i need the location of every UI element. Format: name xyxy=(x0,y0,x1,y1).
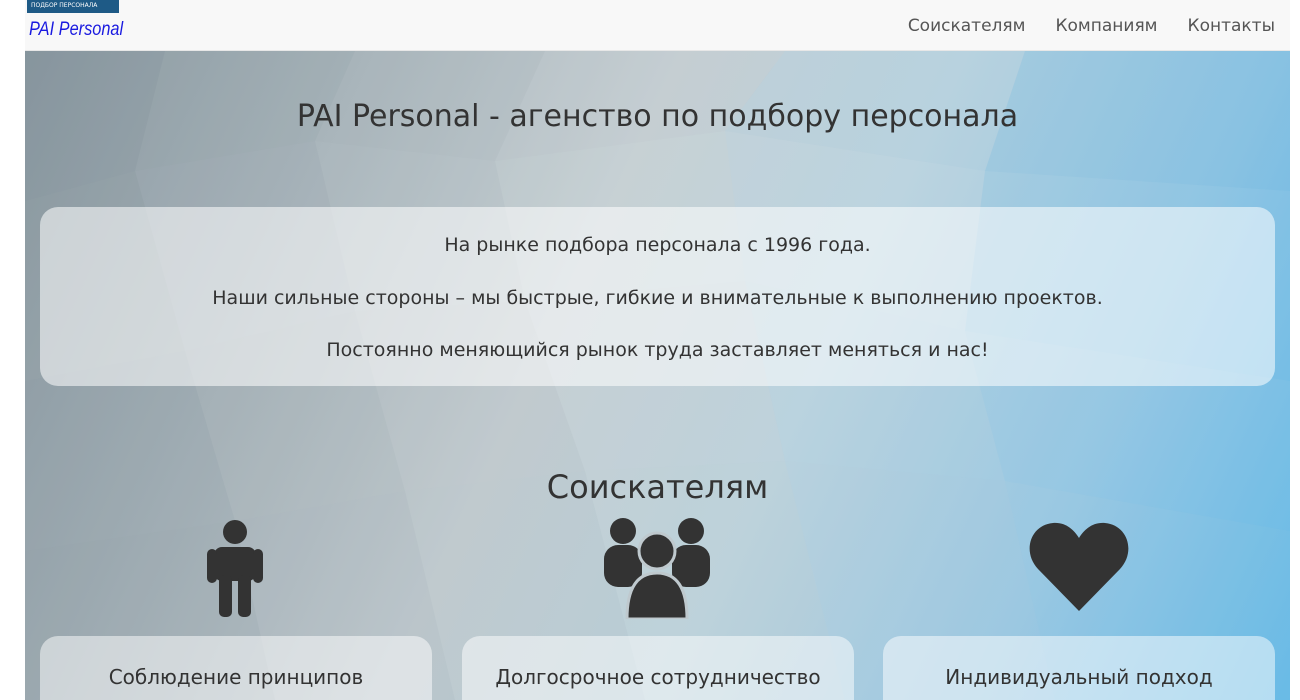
hero-title: PAI Personal - агенство по подбору персо… xyxy=(296,99,1019,134)
nav-item-contacts[interactable]: Контакты xyxy=(1188,16,1276,36)
section-title: Соискателям xyxy=(546,468,769,506)
intro-line: Наши сильные стороны – мы быстрые, гибки… xyxy=(212,287,1103,309)
intro-line: Постоянно меняющийся рынок труда заставл… xyxy=(326,339,989,361)
page: ПОДБОР ПЕРСОНАЛА PAI Personal Соискателя… xyxy=(25,0,1290,700)
feature-label: Долгосрочное сотрудничество xyxy=(495,665,821,689)
logo-strip: ПОДБОР ПЕРСОНАЛА xyxy=(27,0,119,13)
intro-card: На рынке подбора персонала с 1996 года. … xyxy=(40,207,1275,386)
hero-section: PAI Personal - агенство по подбору персо… xyxy=(25,51,1290,700)
logo[interactable]: ПОДБОР ПЕРСОНАЛА PAI Personal xyxy=(25,0,124,48)
feature-card: Индивидуальный подход xyxy=(883,636,1275,700)
logo-name: PAI Personal xyxy=(29,19,124,40)
group-icon xyxy=(604,518,710,619)
intro-line: На рынке подбора персонала с 1996 года. xyxy=(444,234,871,256)
navbar: ПОДБОР ПЕРСОНАЛА PAI Personal Соискателя… xyxy=(25,0,1290,51)
nav-item-companies[interactable]: Компаниям xyxy=(1055,16,1157,36)
person-icon xyxy=(207,520,263,617)
heart-icon xyxy=(1029,522,1129,611)
feature-card: Соблюдение принципов xyxy=(40,636,432,700)
feature-label: Соблюдение принципов xyxy=(108,665,364,689)
logo-tagline: ПОДБОР ПЕРСОНАЛА xyxy=(31,2,98,9)
feature-card: Долгосрочное сотрудничество xyxy=(462,636,854,700)
main-nav: Соискателям Компаниям Контакты xyxy=(878,0,1275,51)
nav-item-candidates[interactable]: Соискателям xyxy=(908,16,1026,36)
feature-label: Индивидуальный подход xyxy=(945,665,1213,689)
